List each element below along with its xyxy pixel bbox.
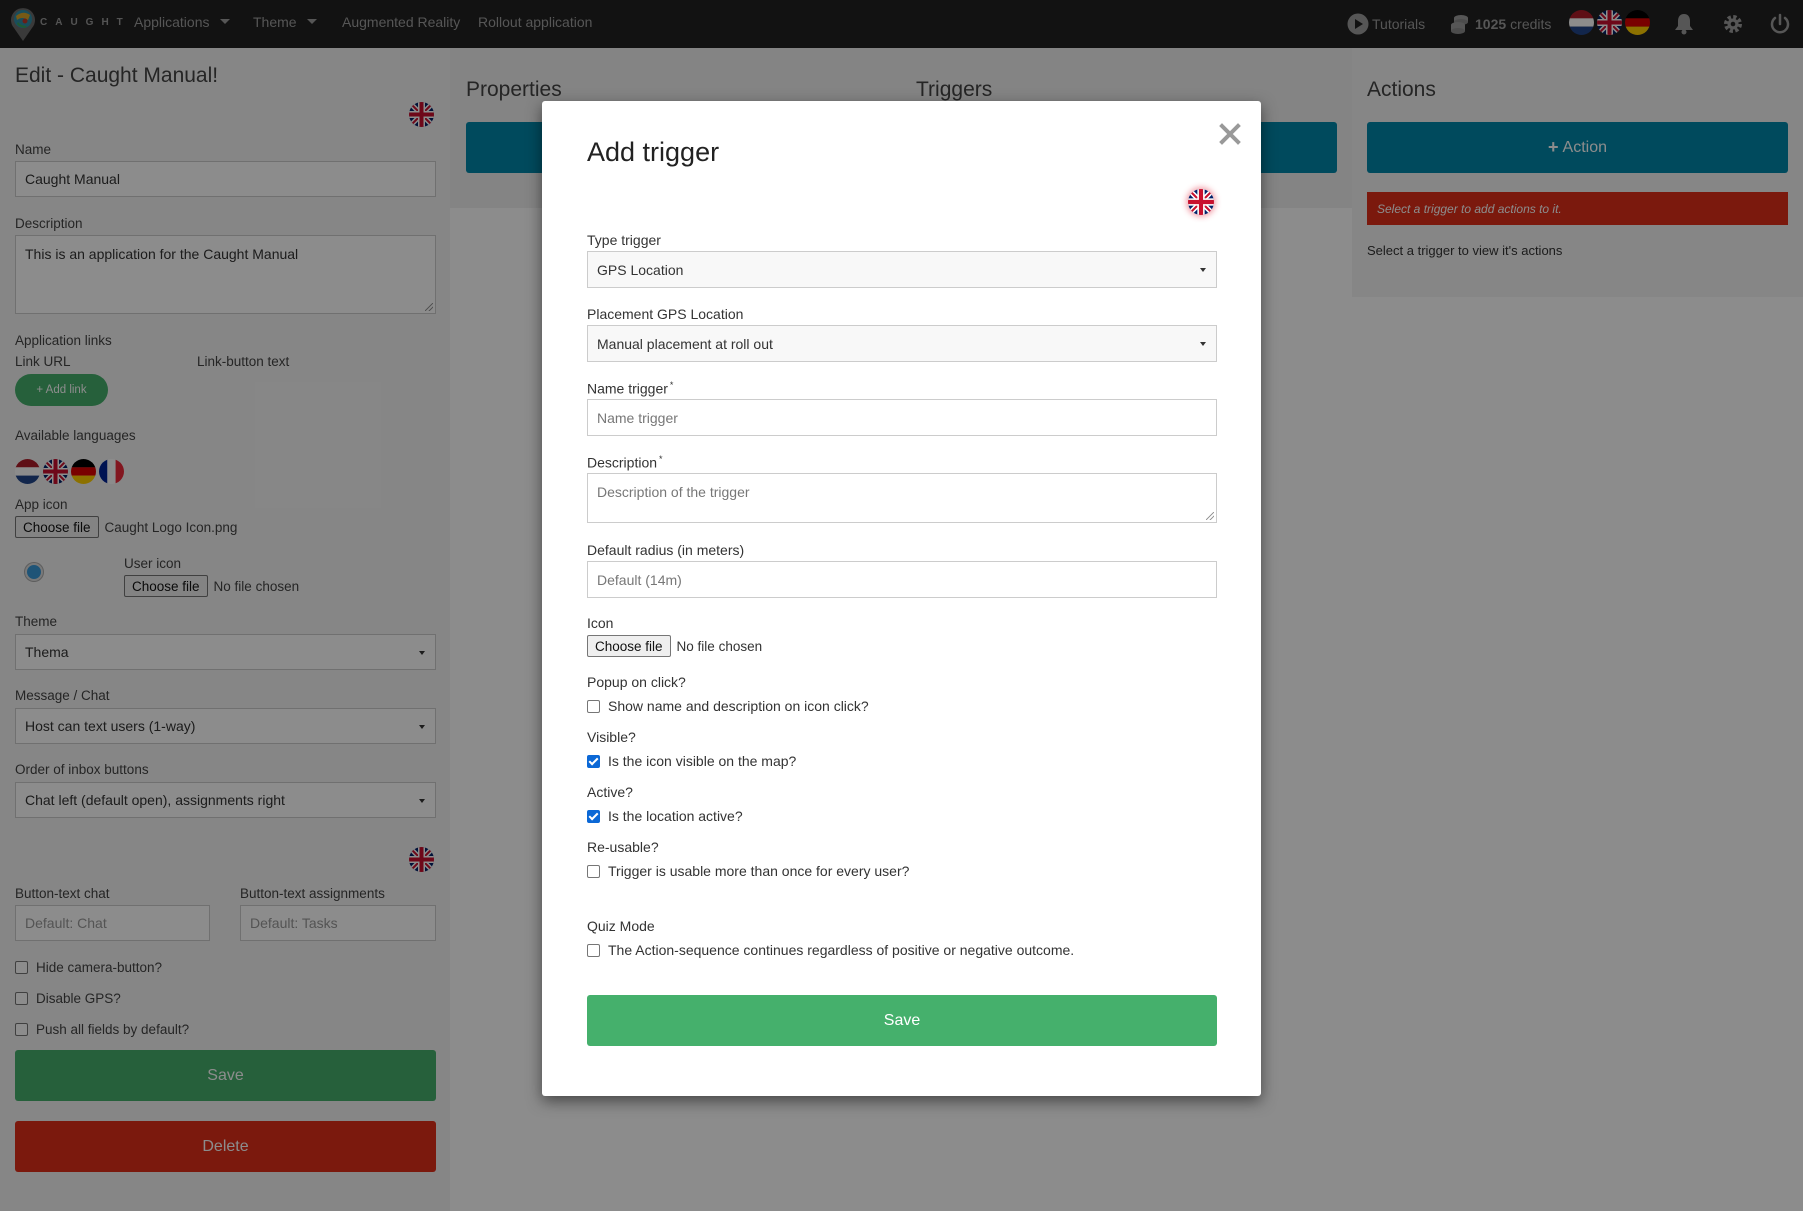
trigger-description-textarea[interactable]: Description of the trigger [587,473,1217,523]
add-trigger-modal: Add trigger Type trigger GPS Location Pl… [542,101,1261,1096]
radius-label: Default radius (in meters) [587,542,745,558]
quiz-mode-heading: Quiz Mode [587,918,655,934]
popup-checkbox-label: Show name and description on icon click? [608,698,869,714]
icon-choose-file-button[interactable]: Choose file [587,635,671,657]
icon-file-input: Choose file No file chosen [587,635,762,657]
type-trigger-value: GPS Location [597,261,684,278]
required-mark: * [669,380,674,390]
placement-value: Manual placement at roll out [597,335,773,352]
active-checkbox[interactable] [587,809,600,823]
name-trigger-input[interactable]: Name trigger [587,399,1217,436]
name-trigger-placeholder: Name trigger [597,409,678,426]
trigger-description-label-text: Description [587,454,658,471]
visible-checkbox-row[interactable]: Is the icon visible on the map? [587,753,796,769]
name-trigger-label: Name trigger * [587,380,673,397]
reusable-checkbox[interactable] [587,864,600,878]
active-heading: Active? [587,784,633,800]
visible-checkbox[interactable] [587,754,600,768]
reusable-checkbox-row[interactable]: Trigger is usable more than once for eve… [587,863,909,879]
resize-handle[interactable] [1206,512,1214,520]
placement-select[interactable]: Manual placement at roll out [587,325,1217,362]
reusable-checkbox-label: Trigger is usable more than once for eve… [608,863,910,879]
active-checkbox-label: Is the location active? [608,808,743,824]
save-trigger-button[interactable]: Save [587,995,1217,1046]
quiz-mode-checkbox-label: The Action-sequence continues regardless… [608,942,1075,958]
radius-placeholder: Default (14m) [597,571,682,588]
popup-checkbox[interactable] [587,699,600,713]
icon-label: Icon [587,615,614,631]
quiz-mode-checkbox[interactable] [587,943,600,957]
close-icon[interactable] [1219,123,1241,145]
trigger-description-label: Description * [587,454,663,471]
visible-checkbox-label: Is the icon visible on the map? [608,753,797,769]
reusable-heading: Re-usable? [587,839,659,855]
icon-file-status: No file chosen [676,638,763,654]
popup-checkbox-row[interactable]: Show name and description on icon click? [587,698,869,714]
type-trigger-label: Type trigger [587,232,661,248]
type-trigger-select[interactable]: GPS Location [587,251,1217,288]
flag-gb-icon[interactable] [1188,189,1214,215]
active-checkbox-row[interactable]: Is the location active? [587,808,743,824]
modal-title: Add trigger [587,137,720,167]
popup-heading: Popup on click? [587,674,686,690]
placement-label: Placement GPS Location [587,306,744,322]
name-trigger-label-text: Name trigger [587,380,668,397]
required-mark: * [659,454,663,464]
radius-input[interactable]: Default (14m) [587,561,1217,598]
visible-heading: Visible? [587,729,636,745]
quiz-mode-checkbox-row[interactable]: The Action-sequence continues regardless… [587,942,1074,958]
trigger-description-placeholder: Description of the trigger [597,484,750,500]
